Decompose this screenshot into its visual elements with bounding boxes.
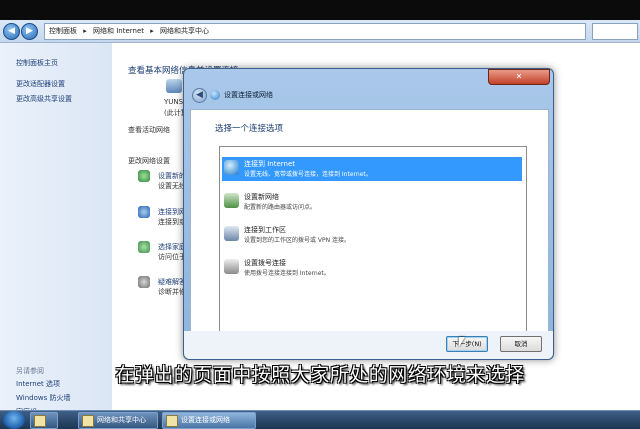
dialog-back-button[interactable]: ◀ bbox=[192, 88, 207, 103]
breadcrumb-separator: ▸ bbox=[150, 27, 154, 35]
task-desc: 访问位于 bbox=[158, 253, 186, 261]
option-connect-workplace[interactable]: 连接到工作区 设置到您的工作区的拨号或 VPN 连接。 bbox=[222, 223, 522, 247]
breadcrumb-item[interactable]: 网络和共享中心 bbox=[160, 27, 209, 35]
sidebar-link-advanced-sharing[interactable]: 更改高级共享设置 bbox=[16, 94, 72, 104]
workplace-icon bbox=[224, 226, 239, 241]
back-button[interactable]: ◀ bbox=[3, 23, 20, 40]
router-icon bbox=[224, 193, 239, 208]
network-icon bbox=[166, 415, 178, 427]
option-setup-dialup[interactable]: 设置拨号连接 使用拨号连接连接到 Internet。 bbox=[222, 256, 522, 280]
mouse-cursor-icon bbox=[459, 337, 465, 347]
dialup-icon bbox=[224, 259, 239, 274]
change-settings-label: 更改网络设置 bbox=[128, 157, 170, 165]
close-button[interactable]: ✕ bbox=[488, 69, 550, 85]
taskbar-item-label: 设置连接或网络 bbox=[181, 416, 230, 424]
top-black-strip bbox=[0, 0, 640, 20]
new-connection-icon bbox=[138, 170, 150, 182]
next-button[interactable]: 下一步(N) bbox=[446, 336, 488, 352]
sidebar-link-adapter[interactable]: 更改适配器设置 bbox=[16, 79, 65, 89]
option-title: 连接到 Internet bbox=[244, 160, 296, 168]
option-desc: 配置新的路由器或访问点。 bbox=[244, 204, 317, 211]
option-title: 设置拨号连接 bbox=[244, 259, 286, 267]
taskbar-explorer-button[interactable] bbox=[30, 412, 58, 429]
search-input[interactable] bbox=[592, 23, 638, 40]
option-title: 连接到工作区 bbox=[244, 226, 286, 234]
breadcrumb-separator: ▸ bbox=[83, 27, 87, 35]
dialog-button-bar: 下一步(N) 取消 bbox=[184, 331, 553, 359]
option-desc: 设置无线、宽带或拨号连接，连接到 Internet。 bbox=[244, 171, 372, 178]
setup-connection-dialog: ✕ ◀ 设置连接或网络 选择一个连接选项 连接到 Internet 设置无线、宽… bbox=[183, 68, 554, 360]
option-desc: 使用拨号连接连接到 Internet。 bbox=[244, 270, 330, 277]
address-bar[interactable]: 控制面板 ▸ 网络和 Internet ▸ 网络和共享中心 bbox=[44, 23, 586, 40]
see-also-firewall[interactable]: Windows 防火墙 bbox=[16, 393, 70, 403]
taskbar: 网络和共享中心 设置连接或网络 bbox=[0, 410, 640, 429]
dialog-body: 选择一个连接选项 连接到 Internet 设置无线、宽带或拨号连接，连接到 I… bbox=[190, 109, 549, 355]
sidebar: 控制面板主页 更改适配器设置 更改高级共享设置 另请参阅 Internet 选项… bbox=[0, 43, 112, 416]
breadcrumb-item[interactable]: 网络和 Internet bbox=[93, 27, 144, 35]
folder-icon bbox=[34, 415, 46, 427]
connect-network-icon bbox=[138, 206, 150, 218]
network-icon bbox=[82, 415, 94, 427]
sidebar-home-link[interactable]: 控制面板主页 bbox=[16, 58, 58, 68]
start-button[interactable] bbox=[3, 411, 25, 429]
breadcrumb-item[interactable]: 控制面板 bbox=[49, 27, 77, 35]
dialog-title: 设置连接或网络 bbox=[224, 91, 273, 99]
option-desc: 设置到您的工作区的拨号或 VPN 连接。 bbox=[244, 237, 351, 244]
taskbar-item-network-center[interactable]: 网络和共享中心 bbox=[78, 412, 158, 429]
computer-icon bbox=[166, 79, 182, 93]
task-desc: 设置无线 bbox=[158, 182, 186, 190]
option-connect-internet[interactable]: 连接到 Internet 设置无线、宽带或拨号连接，连接到 Internet。 bbox=[222, 157, 522, 181]
dialog-heading: 选择一个连接选项 bbox=[215, 124, 284, 134]
cancel-button[interactable]: 取消 bbox=[500, 336, 542, 352]
connection-option-list[interactable]: 连接到 Internet 设置无线、宽带或拨号连接，连接到 Internet。 … bbox=[219, 146, 527, 338]
forward-button[interactable]: ▶ bbox=[21, 23, 38, 40]
homegroup-icon bbox=[138, 241, 150, 253]
globe-icon bbox=[224, 160, 239, 175]
task-link[interactable]: 连接到网 bbox=[158, 207, 186, 217]
task-desc: 诊断并修 bbox=[158, 288, 186, 296]
taskbar-item-setup-connection[interactable]: 设置连接或网络 bbox=[162, 412, 256, 429]
task-link[interactable]: 疑难解答 bbox=[158, 277, 186, 287]
active-networks-label: 查看活动网络 bbox=[128, 126, 170, 134]
task-link[interactable]: 设置新的 bbox=[158, 171, 186, 181]
address-row: ◀ ▶ 控制面板 ▸ 网络和 Internet ▸ 网络和共享中心 bbox=[0, 20, 640, 43]
taskbar-item-label: 网络和共享中心 bbox=[97, 416, 146, 424]
option-setup-new-network[interactable]: 设置新网络 配置新的路由器或访问点。 bbox=[222, 190, 522, 214]
option-title: 设置新网络 bbox=[244, 193, 279, 201]
video-subtitle: 在弹出的页面中按照大家所处的网络环境来选择 bbox=[115, 364, 525, 386]
task-link[interactable]: 选择家庭 bbox=[158, 242, 186, 252]
network-globe-icon bbox=[210, 90, 220, 100]
troubleshoot-icon bbox=[138, 276, 150, 288]
task-desc: 连接到或 bbox=[158, 218, 186, 226]
